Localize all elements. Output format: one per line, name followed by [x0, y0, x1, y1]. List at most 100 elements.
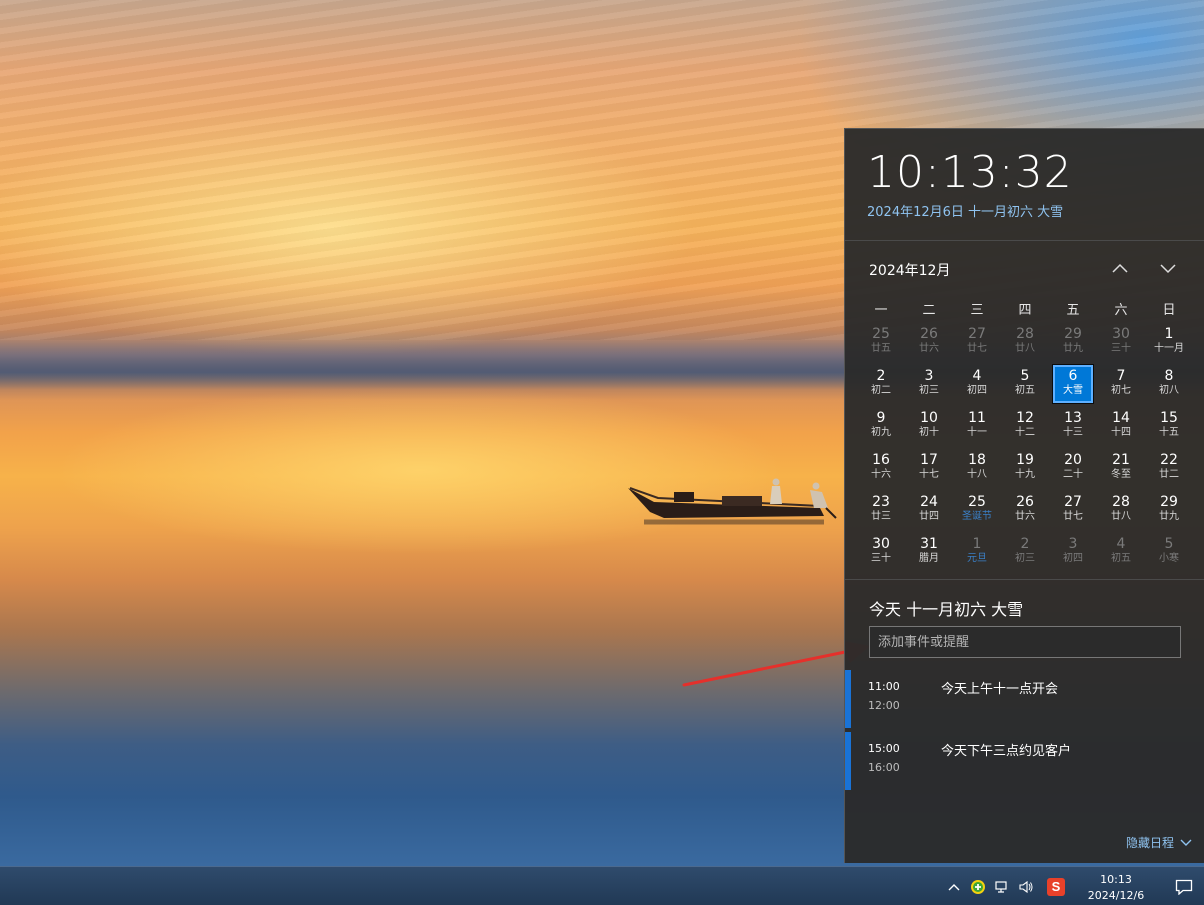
weekday-label: 一 — [874, 302, 888, 318]
lunar-date: 十三 — [1063, 427, 1083, 438]
weekday-label: 三 — [970, 302, 984, 318]
volume-icon[interactable] — [1014, 875, 1038, 899]
calendar-day[interactable]: 23 廿三 — [857, 491, 905, 533]
lunar-date: 初八 — [1159, 385, 1179, 396]
calendar-day[interactable]: 27 廿七 — [953, 323, 1001, 365]
calendar-day[interactable]: 26 廿六 — [1001, 491, 1049, 533]
calendar-day[interactable]: 22 廿二 — [1145, 449, 1193, 491]
calendar-day[interactable]: 29 廿九 — [1145, 491, 1193, 533]
day-number: 16 — [872, 452, 890, 468]
calendar-day[interactable]: 16 十六 — [857, 449, 905, 491]
calendar-day[interactable]: 13 十三 — [1049, 407, 1097, 449]
calendar-day[interactable]: 10 初十 — [905, 407, 953, 449]
day-number: 30 — [1112, 326, 1130, 342]
day-number: 17 — [920, 452, 938, 468]
day-number: 27 — [968, 326, 986, 342]
calendar-day[interactable]: 20 二十 — [1049, 449, 1097, 491]
network-icon[interactable] — [990, 875, 1014, 899]
chevron-up-icon — [1112, 263, 1128, 273]
calendar-day[interactable]: 30 三十 — [857, 533, 905, 575]
calendar-day[interactable]: 29 廿九 — [1049, 323, 1097, 365]
next-month-button[interactable] — [1155, 256, 1181, 280]
calendar-day[interactable]: 28 廿八 — [1001, 323, 1049, 365]
calendar-day[interactable]: 25 圣诞节 — [953, 491, 1001, 533]
month-title[interactable]: 2024年12月 — [869, 260, 950, 280]
lunar-date: 廿二 — [1159, 469, 1179, 480]
calendar-day[interactable]: 4 初四 — [953, 365, 1001, 407]
calendar-day[interactable]: 2 初二 — [857, 365, 905, 407]
calendar-day[interactable]: 1 元旦 — [953, 533, 1001, 575]
calendar-day[interactable]: 5 小寒 — [1145, 533, 1193, 575]
day-number: 11 — [968, 410, 986, 426]
show-hidden-icons-button[interactable] — [942, 875, 966, 899]
day-number: 25 — [968, 494, 986, 510]
calendar-day[interactable]: 3 初三 — [905, 365, 953, 407]
lunar-date: 初七 — [1111, 385, 1131, 396]
calendar-day[interactable]: 17 十七 — [905, 449, 953, 491]
day-number: 6 — [1068, 368, 1078, 384]
day-number: 5 — [1164, 536, 1174, 552]
calendar-day[interactable]: 21 冬至 — [1097, 449, 1145, 491]
event-list: 11:00 12:00 今天上午十一点开会 15:00 16:00 今天下午三点… — [845, 670, 1204, 790]
lunar-date: 十一月 — [1154, 343, 1184, 354]
clock-time: 10:13:32 — [867, 147, 1073, 198]
ime-logo-icon: S — [1047, 877, 1065, 896]
calendar-day[interactable]: 18 十八 — [953, 449, 1001, 491]
event-start-time: 11:00 — [868, 680, 900, 693]
lunar-date: 十九 — [1015, 469, 1035, 480]
action-center-button[interactable] — [1164, 867, 1204, 905]
day-number: 2 — [1020, 536, 1030, 552]
calendar-day[interactable]: 4 初五 — [1097, 533, 1145, 575]
lunar-date: 初四 — [1063, 553, 1083, 564]
calendar-day[interactable]: 7 初七 — [1097, 365, 1145, 407]
lunar-date: 腊月 — [919, 553, 939, 564]
calendar-day[interactable]: 12 十二 — [1001, 407, 1049, 449]
lunar-date: 十五 — [1159, 427, 1179, 438]
day-number: 29 — [1064, 326, 1082, 342]
calendar-day[interactable]: 14 十四 — [1097, 407, 1145, 449]
weekday-label: 五 — [1066, 302, 1080, 318]
lunar-date: 廿九 — [1063, 343, 1083, 354]
calendar-day[interactable]: 25 廿五 — [857, 323, 905, 365]
calendar-day[interactable]: 9 初九 — [857, 407, 905, 449]
lunar-date: 十四 — [1111, 427, 1131, 438]
day-number: 4 — [1116, 536, 1126, 552]
weekday-label: 日 — [1162, 302, 1176, 318]
input-method-icon[interactable]: S — [1044, 875, 1068, 899]
lunar-date: 二十 — [1063, 469, 1083, 480]
day-number: 13 — [1064, 410, 1082, 426]
calendar-day[interactable]: 5 初五 — [1001, 365, 1049, 407]
calendar-day-today[interactable]: 6 大雪 — [1049, 364, 1097, 407]
clock-full-date[interactable]: 2024年12月6日 十一月初六 大雪 — [867, 201, 1204, 220]
day-number: 27 — [1064, 494, 1082, 510]
calendar-day[interactable]: 2 初三 — [1001, 533, 1049, 575]
calendar-day[interactable]: 31 腊月 — [905, 533, 953, 575]
event-item[interactable]: 15:00 16:00 今天下午三点约见客户 — [845, 732, 1204, 790]
previous-month-button[interactable] — [1107, 256, 1133, 280]
calendar-day[interactable]: 1 十一月 — [1145, 323, 1193, 365]
calendar-day[interactable]: 27 廿七 — [1049, 491, 1097, 533]
security-app-icon[interactable] — [966, 875, 990, 899]
hide-agenda-button[interactable]: 隐藏日程 — [1126, 834, 1192, 851]
month-header: 2024年12月 — [845, 241, 1204, 293]
add-event-input[interactable] — [869, 626, 1181, 658]
calendar-day[interactable]: 30 三十 — [1097, 323, 1145, 365]
taskbar-clock[interactable]: 10:13 2024/12/6 — [1068, 870, 1164, 904]
lunar-date: 初五 — [1111, 553, 1131, 564]
chevron-down-icon — [1180, 839, 1192, 846]
calendar-day[interactable]: 24 廿四 — [905, 491, 953, 533]
calendar-day[interactable]: 3 初四 — [1049, 533, 1097, 575]
boat-silhouette — [628, 478, 837, 525]
lunar-date: 廿七 — [1063, 511, 1083, 522]
calendar-day[interactable]: 19 十九 — [1001, 449, 1049, 491]
lunar-date: 大雪 — [1063, 385, 1083, 396]
calendar-day[interactable]: 26 廿六 — [905, 323, 953, 365]
day-number: 20 — [1064, 452, 1082, 468]
calendar-day[interactable]: 28 廿八 — [1097, 491, 1145, 533]
day-number: 15 — [1160, 410, 1178, 426]
event-item[interactable]: 11:00 12:00 今天上午十一点开会 — [845, 670, 1204, 728]
calendar-day[interactable]: 8 初八 — [1145, 365, 1193, 407]
calendar-day[interactable]: 11 十一 — [953, 407, 1001, 449]
lunar-date: 初三 — [1015, 553, 1035, 564]
calendar-day[interactable]: 15 十五 — [1145, 407, 1193, 449]
